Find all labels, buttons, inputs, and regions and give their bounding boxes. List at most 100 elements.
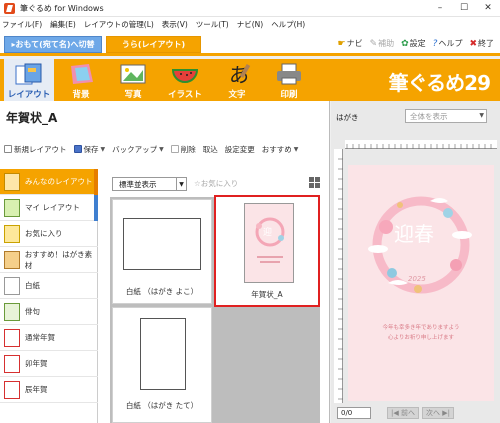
- watermelon-icon: [169, 62, 201, 86]
- postcard-message-line1: 今年も幸多き年でありますよう: [382, 325, 460, 331]
- minimize-button[interactable]: –: [428, 3, 452, 13]
- sidebar-item-my-layout[interactable]: マイ レイアウト: [0, 195, 98, 221]
- chevron-down-icon: ▼: [176, 178, 186, 190]
- tab-stripe: [94, 169, 98, 195]
- gear-icon: ✿: [401, 38, 409, 49]
- sidebar-item-blank[interactable]: 白紙: [0, 273, 98, 299]
- sidebar-item-u-nenga[interactable]: 卯年賀: [0, 351, 98, 377]
- sidebar-item-label: 辰年賀: [25, 385, 48, 394]
- sidebar-item-label: 白紙: [25, 281, 40, 290]
- brand-logo: 筆ぐるめ29: [388, 71, 491, 95]
- thumbnail-list: 白紙 （はがき よこ） 迎 年賀状_A 白紙 （はがき たて）: [110, 195, 320, 423]
- nenga-card-icon: [4, 380, 20, 399]
- next-page-button[interactable]: 次へ ▶|: [421, 407, 454, 419]
- page-title: 年賀状_A: [6, 111, 58, 125]
- settings-button[interactable]: ✿ 設定: [401, 38, 426, 49]
- assist-icon: ✎: [369, 38, 378, 49]
- menu-edit[interactable]: 編集(E): [50, 19, 76, 30]
- svg-text:迎: 迎: [263, 226, 272, 238]
- exit-button[interactable]: ✖ 終了: [469, 38, 494, 49]
- ribbon-photo-button[interactable]: 写真: [108, 59, 158, 101]
- star-folder-icon: [4, 224, 20, 243]
- zoom-select-value: 全体を表示: [410, 111, 448, 121]
- thumbnail-nengajo-a[interactable]: 迎 年賀状_A: [214, 195, 320, 307]
- ribbon-layout-button[interactable]: レイアウト: [4, 59, 54, 101]
- sidebar-item-label: マイ レイアウト: [25, 203, 80, 212]
- save-button[interactable]: 保存 ▼: [73, 144, 105, 155]
- sort-select-value: 標準並表示: [119, 179, 157, 189]
- layout-toolbar: 新規レイアウト 保存 ▼ バックアップ ▼ 削除 取込 設定変更 おすすめ ▼: [0, 139, 330, 159]
- prev-page-button[interactable]: |◀ 前へ: [387, 407, 419, 419]
- thumbnail-blank-yoko[interactable]: 白紙 （はがき よこ）: [112, 199, 212, 304]
- zoom-select[interactable]: 全体を表示 ▼: [405, 109, 487, 123]
- layout-pane: 年賀状_A 新規レイアウト 保存 ▼ バックアップ ▼ 削除 取込 設定変更 おすす…: [0, 101, 330, 423]
- nenga-card-icon: [4, 328, 20, 347]
- tab-stripe: [94, 195, 98, 221]
- menu-navi[interactable]: ナビ(N): [237, 19, 263, 30]
- menu-view[interactable]: 表示(V): [162, 19, 188, 30]
- ribbon-print-button[interactable]: 印刷: [264, 59, 314, 101]
- ribbon-background-label: 背景: [72, 90, 90, 100]
- sidebar-item-minna[interactable]: みんなのレイアウト: [0, 169, 98, 195]
- tab-omote-switch[interactable]: ▸おもて(宛て名)へ切替: [4, 36, 102, 53]
- sidebar-item-label: おすすめ！はがき素材: [24, 249, 93, 270]
- thumbnail-caption: 白紙 （はがき よこ）: [125, 287, 199, 296]
- nenga-card-icon: [4, 354, 20, 373]
- new-layout-button[interactable]: 新規レイアウト: [4, 144, 67, 155]
- printer-icon: [273, 62, 305, 86]
- title-bar: 筆ぐるめ for Windows – ☐ ✕: [0, 0, 500, 17]
- menu-file[interactable]: ファイル(F): [2, 19, 42, 30]
- ribbon-photo-label: 写真: [124, 90, 142, 100]
- menu-help[interactable]: ヘルプ(H): [271, 19, 305, 30]
- ribbon-text-label: 文字: [228, 90, 246, 100]
- backup-button[interactable]: バックアップ ▼: [112, 144, 164, 155]
- ribbon-layout-label: レイアウト: [7, 90, 51, 100]
- background-icon: [65, 62, 97, 86]
- sidebar-item-recommend[interactable]: おすすめ！はがき素材: [0, 247, 98, 273]
- settings-change-button[interactable]: 設定変更: [225, 144, 255, 155]
- preview-nav-bar: 0/0 |◀ 前へ 次へ ▶|: [331, 403, 500, 423]
- sidebar-item-label: みんなのレイアウト: [25, 177, 93, 186]
- sidebar-item-nenga[interactable]: 通常年賀: [0, 325, 98, 351]
- chevron-down-icon: ▼: [479, 112, 484, 119]
- ribbon-illust-button[interactable]: イラスト: [160, 59, 210, 101]
- grid-view-icon[interactable]: [309, 177, 320, 188]
- menu-layout-manage[interactable]: レイアウトの管理(L): [84, 19, 154, 30]
- recommend-button[interactable]: おすすめ ▼: [262, 144, 299, 155]
- window-controls: – ☐ ✕: [428, 3, 500, 13]
- blank-paper-preview: [140, 318, 186, 390]
- delete-button[interactable]: 削除: [170, 144, 196, 155]
- tab-ura-layout[interactable]: うら(レイアウト): [106, 36, 201, 53]
- preview-pane: はがき 全体を表示 ▼ 迎春 2025 今年も幸多き年でありますよう 心よりお祈…: [331, 101, 500, 423]
- my-layout-icon: [4, 198, 20, 217]
- sidebar-item-label: 俳句: [25, 307, 40, 316]
- maximize-button[interactable]: ☐: [452, 3, 476, 13]
- ribbon-text-button[interactable]: あ 文字: [212, 59, 262, 101]
- save-icon: [73, 145, 82, 153]
- postcard-canvas[interactable]: 迎春 2025 今年も幸多き年でありますよう 心よりお祈り申し上げます: [348, 165, 494, 401]
- favorite-filter[interactable]: ☆お気に入り: [194, 178, 238, 189]
- close-window-button[interactable]: ✕: [476, 3, 500, 13]
- layout-book-icon: [4, 172, 20, 191]
- ribbon-background-button[interactable]: 背景: [56, 59, 106, 101]
- menu-tools[interactable]: ツール(T): [196, 19, 229, 30]
- close-icon: ✖: [469, 38, 477, 49]
- hojo-button[interactable]: ✎ 補助: [370, 38, 395, 49]
- navi-button[interactable]: ☛ ナビ: [338, 38, 363, 49]
- top-tools: ☛ ナビ ✎ 補助 ✿ 設定 ? ヘルプ ✖ 終了: [331, 38, 495, 49]
- postcard-art: [368, 196, 472, 294]
- sidebar-item-haiku[interactable]: 俳句: [0, 299, 98, 325]
- help-button[interactable]: ? ヘルプ: [433, 38, 463, 49]
- sidebar-item-favorites[interactable]: お気に入り: [0, 221, 98, 247]
- blank-paper-icon: [4, 276, 20, 295]
- sidebar-item-label: 卯年賀: [25, 359, 48, 368]
- ruler-horizontal: [345, 140, 497, 149]
- nengajo-preview: 迎: [244, 203, 294, 283]
- haiku-icon: [4, 302, 20, 321]
- thumbnail-blank-tate[interactable]: 白紙 （はがき たて）: [112, 307, 212, 423]
- sidebar-item-tatsu-nenga[interactable]: 辰年賀: [0, 377, 98, 403]
- import-button[interactable]: 取込: [203, 144, 218, 155]
- sort-select[interactable]: 標準並表示 ▼: [112, 177, 187, 191]
- blank-paper-preview: [123, 218, 201, 270]
- chevron-down-icon: ▼: [293, 145, 299, 153]
